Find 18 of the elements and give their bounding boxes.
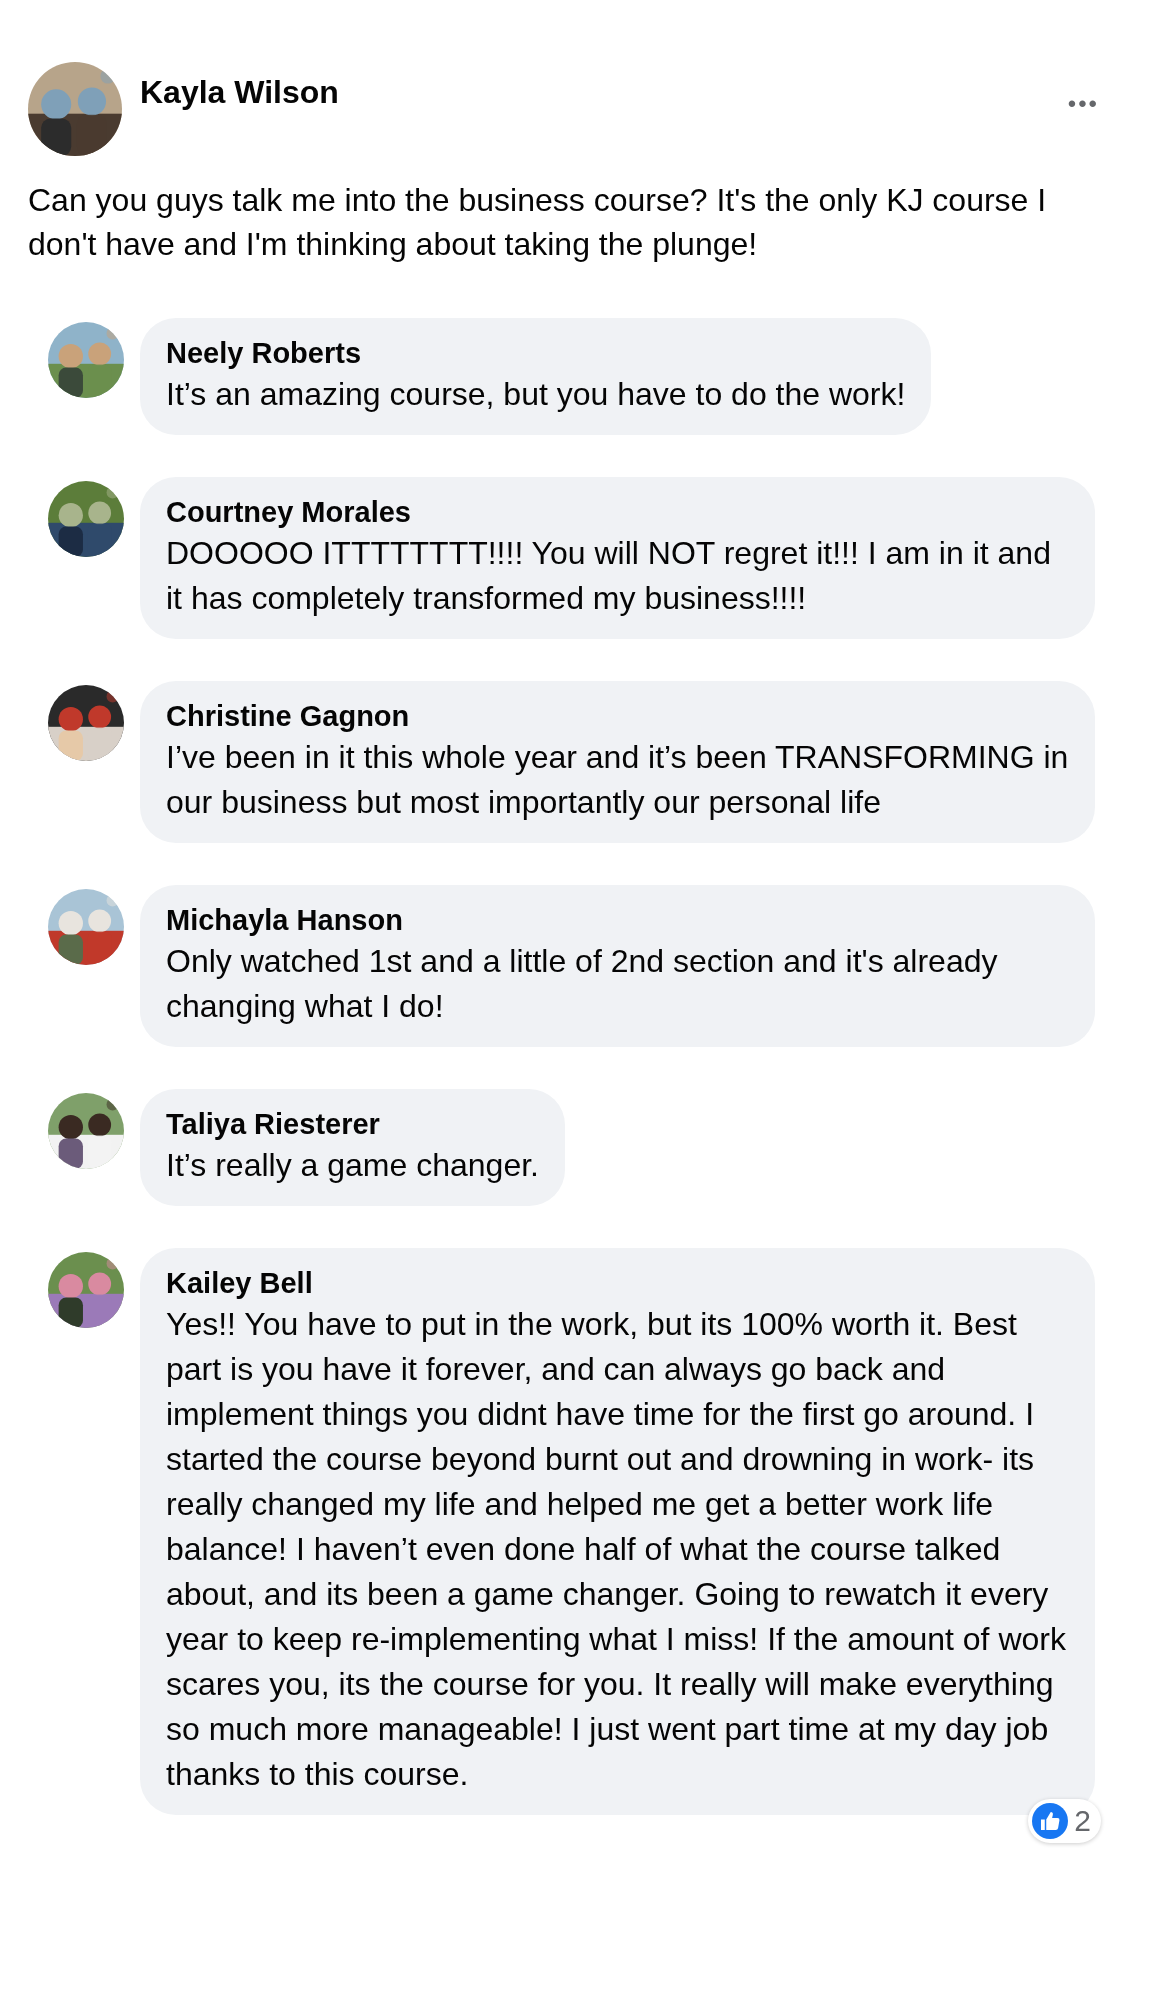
reaction-badge[interactable]: 2 — [1028, 1799, 1101, 1843]
comment-author[interactable]: Taliya Riesterer — [166, 1105, 539, 1143]
comment-author[interactable]: Kailey Bell — [166, 1264, 1069, 1302]
comment-text: Yes!! You have to put in the work, but its 100% worth it. Best part is you have it forever, and can always go back and implement things you didnt have time for the first go around. I started the course beyond burnt out and drowning in work- its really changed my life and helped me get a better work life balance! I haven’t even done half of what the course talked about, and its been a game changer. Going to rewatch it every year to keep re-implementing what I miss! If the amount of work scares you, its the course for you. It really will make everything so much more manageable! I just went part time at my day job thanks to this course. — [166, 1305, 1067, 1794]
thumbs-up-icon — [1032, 1803, 1069, 1839]
reaction-count: 2 — [1074, 1806, 1091, 1836]
post-text: Can you guys talk me into the business course? It's the only KJ course I don't have and I'm thinking about taking the plunge! — [28, 181, 1048, 264]
comment-author[interactable]: Christine Gagnon — [166, 697, 1069, 735]
post-author[interactable]: Kayla Wilson — [140, 68, 339, 116]
comment-author[interactable]: Courtney Morales — [166, 493, 1069, 531]
more-options-button[interactable]: ••• — [1067, 92, 1099, 116]
comment-text: DOOOOO ITTTTTTTT!!!! You will NOT regret it!!! I am in it and it has completely transformed my business!!!! — [166, 534, 1052, 618]
comment-text: It’s an amazing course, but you have to do the work! — [166, 375, 906, 414]
comment-author[interactable]: Michayla Hanson — [166, 901, 1069, 939]
comment-text: Only watched 1st and a little of 2nd section and it's already changing what I do! — [166, 942, 999, 1026]
comment-text: It’s really a game changer. — [166, 1146, 539, 1185]
comment-author[interactable]: Neely Roberts — [166, 334, 906, 372]
comment-text: I’ve been in it this whole year and it’s been TRANSFORMING in our business but most importantly our personal life — [166, 738, 1069, 822]
